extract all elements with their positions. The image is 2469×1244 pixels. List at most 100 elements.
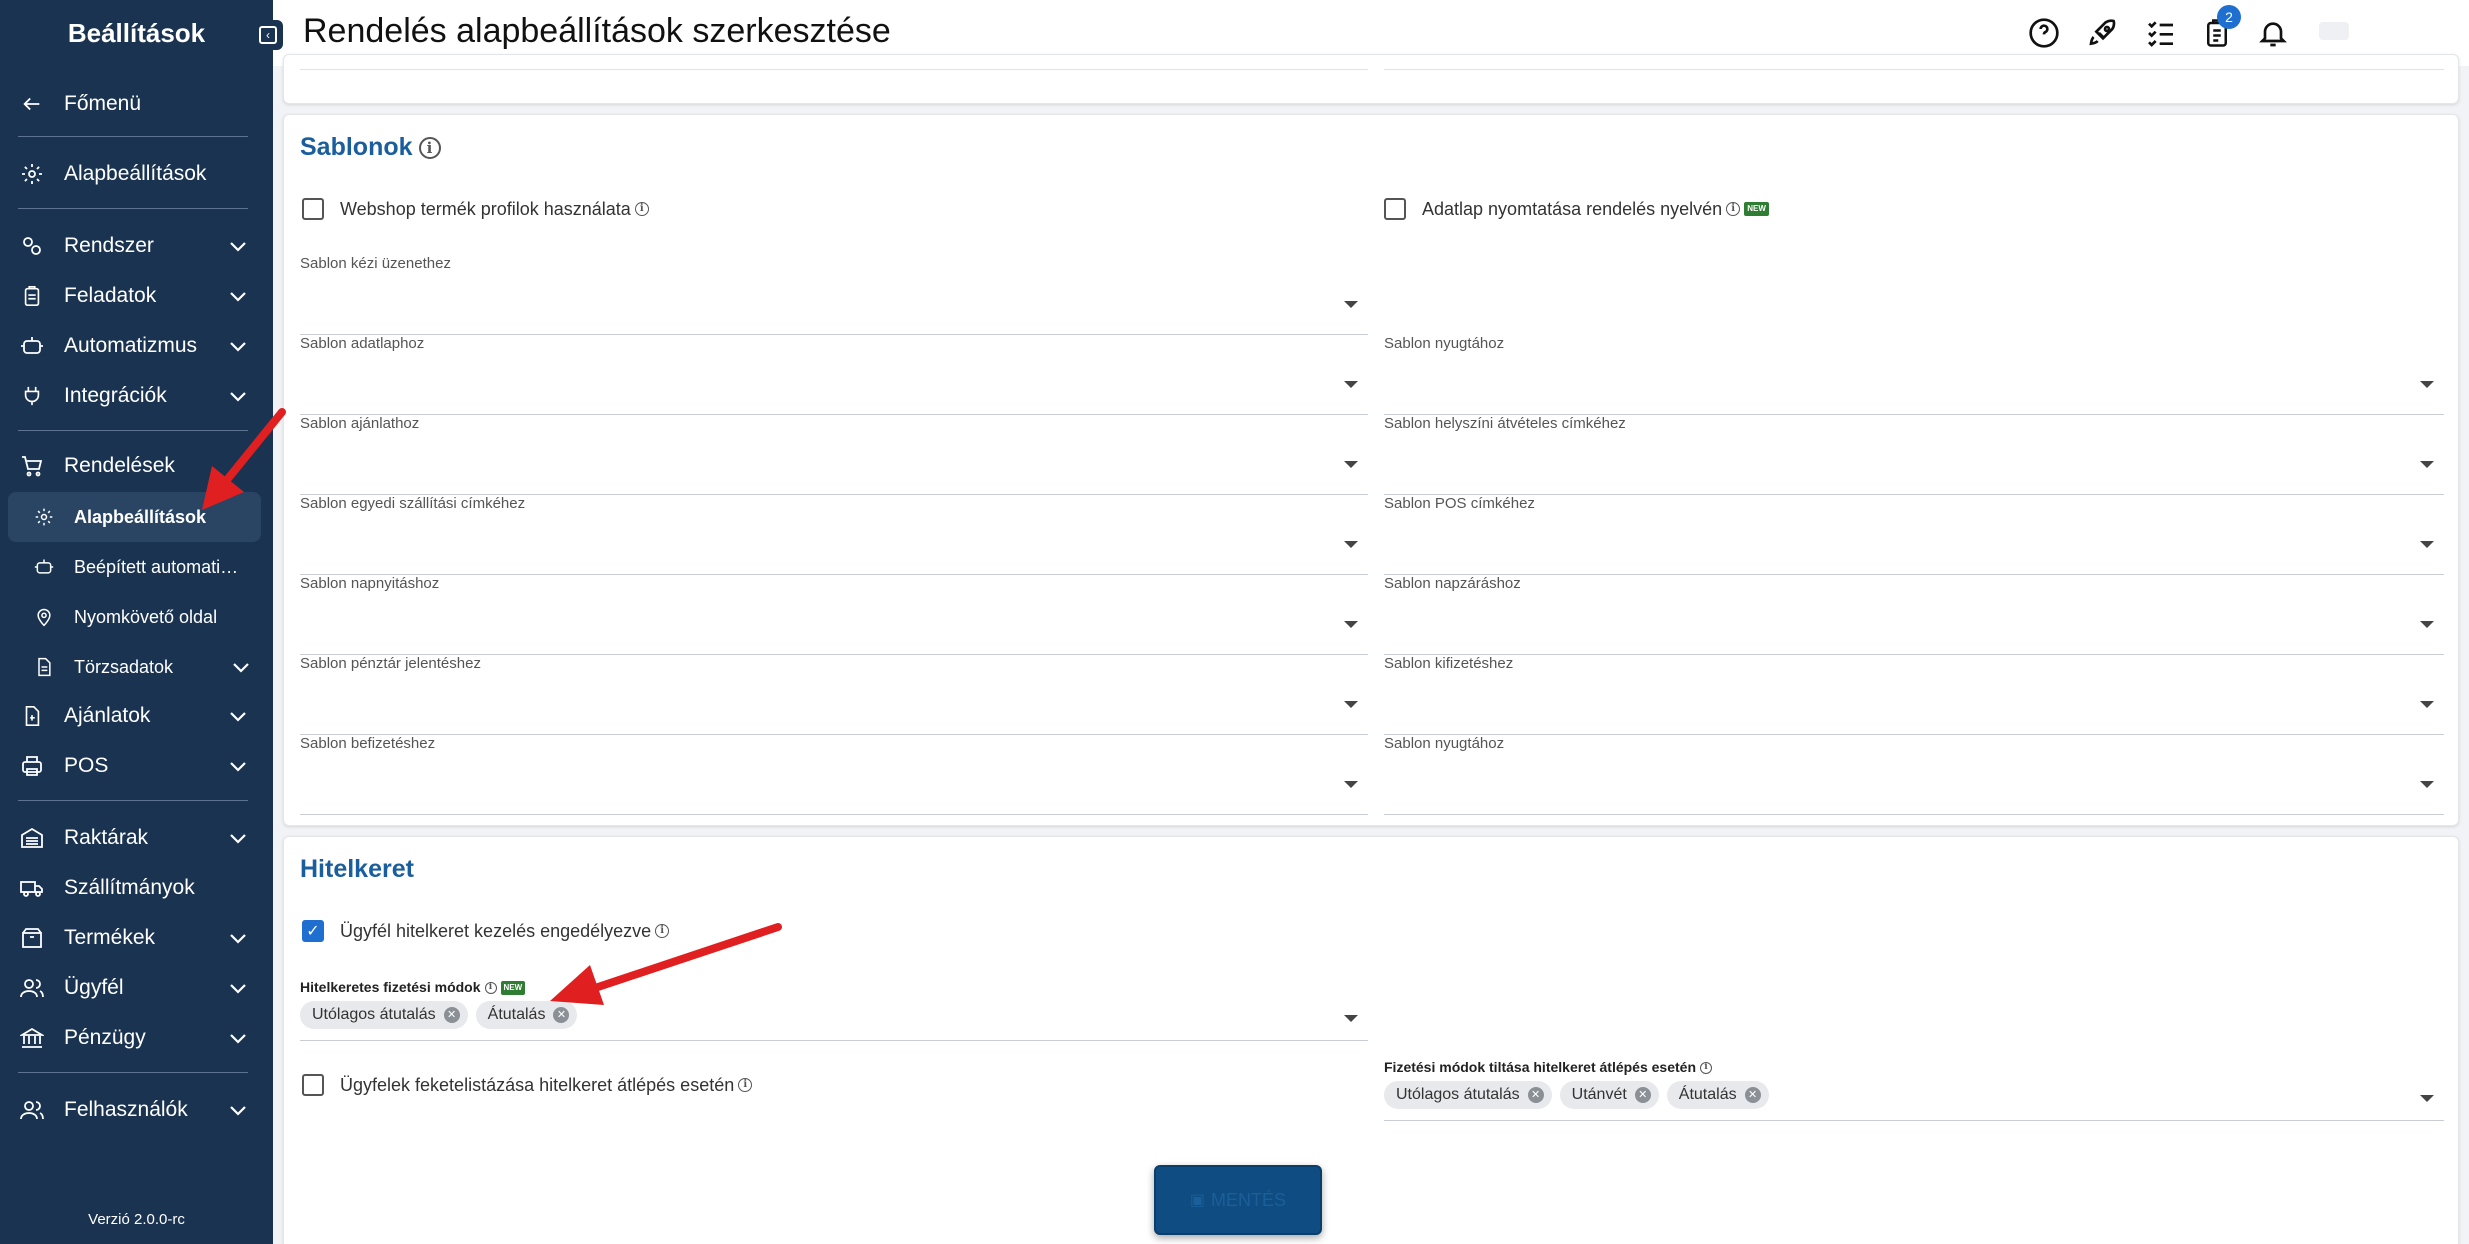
sidebar-item-automatizmus[interactable]: Automatizmus	[18, 324, 250, 368]
template-select-helyszini-atveteles[interactable]: Sablon helyszíni átvételes címkéhez	[1384, 415, 2444, 495]
sidebar-item-pos[interactable]: POS	[18, 744, 250, 788]
info-icon[interactable]: i	[634, 202, 649, 216]
chevron-down-icon	[230, 984, 246, 994]
template-select-egyedi-szallitasi[interactable]: Sablon egyedi szállítási címkéhez	[300, 495, 1368, 575]
sidebar-item-termekek[interactable]: Termékek	[18, 916, 250, 960]
adatlap-nyelv-label: Adatlap nyomtatása rendelés nyelvén	[1422, 198, 1723, 219]
sidebar-item-integraciok[interactable]: Integrációk	[18, 374, 250, 418]
sidebar-item-alapbeallitasok[interactable]: Alapbeállítások	[18, 152, 250, 196]
sidebar-collapse-button[interactable]: ‹	[253, 20, 283, 50]
sidebar-item-rendelesek[interactable]: Rendelések	[18, 444, 250, 488]
sidebar-item-szallitmanyok[interactable]: Szállítmányok	[18, 866, 250, 910]
template-select-nyugta[interactable]: Sablon nyugtához	[1384, 335, 2444, 415]
chevron-down-icon	[230, 834, 246, 844]
template-select-befizetes[interactable]: Sablon befizetéshez	[300, 735, 1368, 815]
adatlap-nyelv-checkbox[interactable]	[1384, 198, 1406, 220]
chip-utanvet[interactable]: Utánvét ✕	[1559, 1081, 1659, 1109]
chip-remove-icon[interactable]: ✕	[553, 1007, 570, 1023]
sidebar-item-back[interactable]: Főmenü	[18, 82, 250, 126]
chip-utolagos-atutalas[interactable]: Utólagos átutalás ✕	[300, 1001, 468, 1029]
section-title-sablonok: Sablonok i	[300, 133, 441, 162]
sidebar-subitem-torzsadatok[interactable]: Törzsadatok	[8, 642, 261, 692]
info-icon[interactable]: i	[738, 1078, 753, 1092]
save-button[interactable]: ▣ MENTÉS	[1154, 1165, 1322, 1235]
chip-remove-icon[interactable]: ✕	[443, 1007, 460, 1023]
save-icon: ▣	[1189, 1192, 1206, 1209]
field-label-text: Fizetési módok tiltása hitelkeret átlépé…	[1384, 1059, 1697, 1075]
tasks-button[interactable]: 2	[2199, 5, 2241, 51]
template-select-pos-cimke[interactable]: Sablon POS címkéhez	[1384, 495, 2444, 575]
sidebar-item-label: Ajánlatok	[64, 704, 151, 727]
rocket-button[interactable]	[2085, 15, 2121, 51]
chip-utolagos-atutalas[interactable]: Utólagos átutalás ✕	[1384, 1081, 1552, 1109]
sidebar-subitem-nyomkoveto[interactable]: Nyomkövető oldal	[8, 592, 261, 642]
template-select-nyugta-2[interactable]: Sablon nyugtához	[1384, 735, 2444, 815]
chip-remove-icon[interactable]: ✕	[1634, 1087, 1651, 1103]
credit-enable-checkbox[interactable]: ✓	[302, 920, 324, 942]
dropdown-caret-icon	[2420, 541, 2434, 548]
info-icon[interactable]: i	[1700, 1062, 1713, 1075]
sidebar-item-penzugy[interactable]: Pénzügy	[18, 1016, 250, 1060]
sidebar-item-label: Ügyfél	[64, 976, 124, 999]
location-pin-icon	[32, 605, 56, 629]
sidebar-item-raktarak[interactable]: Raktárak	[18, 816, 250, 860]
dropdown-caret-icon	[1344, 781, 1358, 788]
template-select-adatlap[interactable]: Sablon adatlaphoz	[300, 335, 1368, 415]
info-icon[interactable]: i	[418, 137, 441, 160]
sidebar-title: Beállítások	[67, 17, 206, 48]
info-icon[interactable]: i	[655, 924, 670, 938]
sidebar-item-ugyfel[interactable]: Ügyfél	[18, 966, 250, 1010]
printer-icon	[18, 752, 46, 780]
checklist-button[interactable]	[2143, 15, 2179, 51]
template-select-kezi-uzenet[interactable]: Sablon kézi üzenethez	[300, 255, 1368, 335]
blocked-payment-methods-select[interactable]: Fizetési módok tiltása hitelkeret átlépé…	[1384, 1059, 2444, 1121]
new-badge: NEW	[1744, 202, 1769, 216]
sidebar-item-label: Raktárak	[64, 826, 149, 849]
sidebar-item-ajanlatok[interactable]: Ajánlatok	[18, 694, 250, 738]
sidebar-item-label: Alapbeállítások	[64, 162, 207, 185]
page-title: Rendelés alapbeállítások szerkesztése	[303, 12, 891, 50]
sidebar-item-feladatok[interactable]: Feladatok	[18, 274, 250, 318]
sidebar-item-rendszer[interactable]: Rendszer	[18, 224, 250, 268]
help-button[interactable]	[2026, 15, 2062, 51]
credit-enable-checkbox-row[interactable]: ✓ Ügyfél hitelkeret kezelés engedélyezve…	[302, 920, 670, 942]
webshop-profiles-checkbox-row[interactable]: Webshop termék profilok használata i	[302, 198, 649, 220]
info-icon[interactable]: i	[484, 982, 497, 995]
avatar[interactable]	[2319, 22, 2349, 40]
template-select-kifizetes[interactable]: Sablon kifizetéshez	[1384, 655, 2444, 735]
template-select-napzaras[interactable]: Sablon napzáráshoz	[1384, 575, 2444, 655]
sidebar-item-label: Főmenü	[64, 92, 142, 115]
blacklist-checkbox[interactable]	[302, 1074, 324, 1096]
users-icon	[18, 974, 46, 1002]
field-label: Sablon befizetéshez	[300, 735, 436, 752]
hitelkeret-card: Hitelkeret ✓ Ügyfél hitelkeret kezelés e…	[283, 836, 2459, 1244]
credit-payment-methods-select[interactable]: Hitelkeretes fizetési módok i NEW Utólagos…	[300, 979, 1368, 1041]
cart-icon	[18, 452, 46, 480]
dropdown-caret-icon	[1344, 301, 1358, 308]
sidebar-subitem-alapbeallitasok[interactable]: Alapbeállítások	[8, 492, 261, 542]
users-icon	[18, 1096, 46, 1124]
chip-atutalas[interactable]: Átutalás ✕	[475, 1001, 578, 1029]
webshop-profiles-checkbox[interactable]	[302, 198, 324, 220]
warehouse-icon	[18, 824, 46, 852]
chip-remove-icon[interactable]: ✕	[1744, 1087, 1761, 1103]
notifications-button[interactable]	[2255, 15, 2291, 51]
sidebar-item-felhasznalok[interactable]: Felhasználók	[18, 1088, 250, 1132]
section-title-text: Sablonok	[300, 133, 413, 161]
gear-icon	[32, 505, 56, 529]
blacklist-checkbox-row[interactable]: Ügyfelek feketelistázása hitelkeret átlé…	[302, 1074, 753, 1096]
info-icon[interactable]: i	[1726, 202, 1741, 216]
sidebar-subitem-beepitett[interactable]: Beépített automati…	[8, 542, 261, 592]
chevron-down-icon	[230, 292, 246, 302]
chip-atutalas[interactable]: Átutalás ✕	[1666, 1081, 1769, 1109]
template-select-napnyitas[interactable]: Sablon napnyitáshoz	[300, 575, 1368, 655]
template-select-ajanlat[interactable]: Sablon ajánlathoz	[300, 415, 1368, 495]
bell-icon	[2259, 22, 2287, 47]
field-label: Sablon helyszíni átvételes címkéhez	[1384, 415, 1626, 432]
chip-remove-icon[interactable]: ✕	[1527, 1087, 1544, 1103]
dropdown-caret-icon	[2420, 461, 2434, 468]
adatlap-nyelv-checkbox-row[interactable]: Adatlap nyomtatása rendelés nyelvén i NE…	[1384, 198, 1769, 220]
template-select-penztar-jelentes[interactable]: Sablon pénztár jelentéshez	[300, 655, 1368, 735]
truck-icon	[18, 874, 46, 902]
dropdown-caret-icon	[1344, 381, 1358, 388]
